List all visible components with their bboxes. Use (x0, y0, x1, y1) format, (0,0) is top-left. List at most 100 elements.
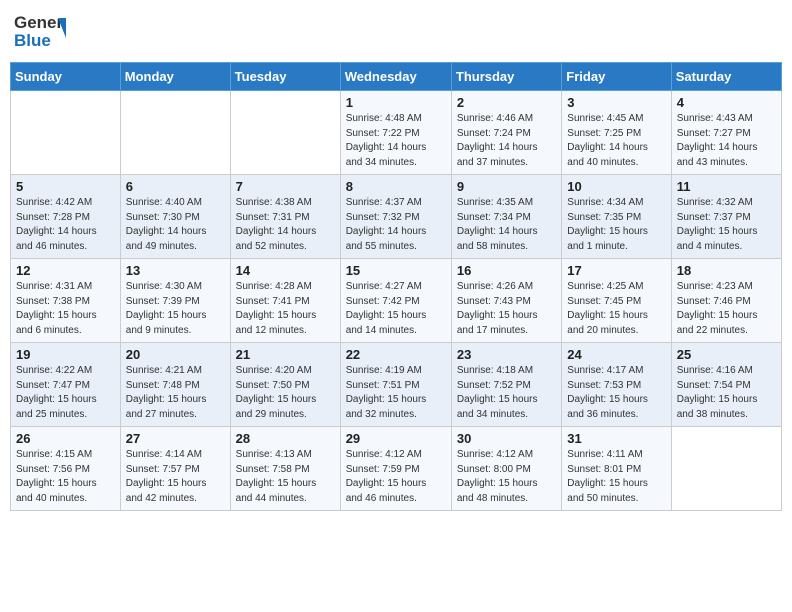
calendar-cell: 22 Sunrise: 4:19 AM Sunset: 7:51 PM Dayli… (340, 343, 451, 427)
day-info: Sunrise: 4:46 AM Sunset: 7:24 PM Dayligh… (457, 112, 556, 170)
day-number: 26 (16, 431, 115, 446)
day-number: 12 (16, 263, 115, 278)
calendar-cell (120, 91, 230, 175)
svg-text:Blue: Blue (14, 31, 51, 50)
day-info: Sunrise: 4:21 AM Sunset: 7:48 PM Dayligh… (126, 364, 225, 422)
day-number: 17 (567, 263, 665, 278)
calendar-cell: 6 Sunrise: 4:40 AM Sunset: 7:30 PM Daylig… (120, 175, 230, 259)
day-info: Sunrise: 4:23 AM Sunset: 7:46 PM Dayligh… (677, 280, 776, 338)
calendar-cell: 30 Sunrise: 4:12 AM Sunset: 8:00 PM Dayli… (451, 427, 561, 511)
day-number: 22 (346, 347, 446, 362)
calendar-cell: 15 Sunrise: 4:27 AM Sunset: 7:42 PM Dayli… (340, 259, 451, 343)
calendar-cell: 14 Sunrise: 4:28 AM Sunset: 7:41 PM Dayli… (230, 259, 340, 343)
day-number: 27 (126, 431, 225, 446)
day-number: 24 (567, 347, 665, 362)
day-info: Sunrise: 4:12 AM Sunset: 8:00 PM Dayligh… (457, 448, 556, 506)
calendar-cell (11, 91, 121, 175)
calendar-cell: 25 Sunrise: 4:16 AM Sunset: 7:54 PM Dayli… (671, 343, 781, 427)
day-number: 25 (677, 347, 776, 362)
day-number: 6 (126, 179, 225, 194)
calendar-cell: 20 Sunrise: 4:21 AM Sunset: 7:48 PM Dayli… (120, 343, 230, 427)
day-number: 10 (567, 179, 665, 194)
day-info: Sunrise: 4:40 AM Sunset: 7:30 PM Dayligh… (126, 196, 225, 254)
day-number: 9 (457, 179, 556, 194)
calendar-week-row: 12 Sunrise: 4:31 AM Sunset: 7:38 PM Dayli… (11, 259, 782, 343)
col-header-wednesday: Wednesday (340, 63, 451, 91)
col-header-tuesday: Tuesday (230, 63, 340, 91)
col-header-saturday: Saturday (671, 63, 781, 91)
col-header-thursday: Thursday (451, 63, 561, 91)
day-info: Sunrise: 4:16 AM Sunset: 7:54 PM Dayligh… (677, 364, 776, 422)
day-number: 29 (346, 431, 446, 446)
day-number: 2 (457, 95, 556, 110)
calendar-week-row: 5 Sunrise: 4:42 AM Sunset: 7:28 PM Daylig… (11, 175, 782, 259)
day-info: Sunrise: 4:11 AM Sunset: 8:01 PM Dayligh… (567, 448, 665, 506)
day-info: Sunrise: 4:17 AM Sunset: 7:53 PM Dayligh… (567, 364, 665, 422)
day-number: 5 (16, 179, 115, 194)
calendar-cell: 4Sunrise: 4:43 AM Sunset: 7:27 PM Daylig… (671, 91, 781, 175)
day-number: 31 (567, 431, 665, 446)
day-info: Sunrise: 4:48 AM Sunset: 7:22 PM Dayligh… (346, 112, 446, 170)
col-header-sunday: Sunday (11, 63, 121, 91)
calendar-cell: 3 Sunrise: 4:45 AM Sunset: 7:25 PM Daylig… (562, 91, 671, 175)
day-number: 16 (457, 263, 556, 278)
day-number: 18 (677, 263, 776, 278)
calendar-cell (230, 91, 340, 175)
calendar-cell: 11 Sunrise: 4:32 AM Sunset: 7:37 PM Dayli… (671, 175, 781, 259)
page-header: General Blue (10, 10, 782, 54)
day-number: 13 (126, 263, 225, 278)
col-header-friday: Friday (562, 63, 671, 91)
day-info: Sunrise: 4:20 AM Sunset: 7:50 PM Dayligh… (236, 364, 335, 422)
day-number: 21 (236, 347, 335, 362)
calendar-cell: 31 Sunrise: 4:11 AM Sunset: 8:01 PM Dayli… (562, 427, 671, 511)
calendar-cell: 13 Sunrise: 4:30 AM Sunset: 7:39 PM Dayli… (120, 259, 230, 343)
calendar-cell: 28 Sunrise: 4:13 AM Sunset: 7:58 PM Dayli… (230, 427, 340, 511)
day-number: 20 (126, 347, 225, 362)
day-info: Sunrise: 4:27 AM Sunset: 7:42 PM Dayligh… (346, 280, 446, 338)
calendar-cell: 26 Sunrise: 4:15 AM Sunset: 7:56 PM Dayli… (11, 427, 121, 511)
day-info: Sunrise: 4:31 AM Sunset: 7:38 PM Dayligh… (16, 280, 115, 338)
day-info: Sunrise: 4:45 AM Sunset: 7:25 PM Dayligh… (567, 112, 665, 170)
day-info: Sunrise: 4:38 AM Sunset: 7:31 PM Dayligh… (236, 196, 335, 254)
calendar-cell: 10 Sunrise: 4:34 AM Sunset: 7:35 PM Dayli… (562, 175, 671, 259)
day-number: 4 (677, 95, 776, 110)
day-number: 7 (236, 179, 335, 194)
day-info: Sunrise: 4:32 AM Sunset: 7:37 PM Dayligh… (677, 196, 776, 254)
day-info: Sunrise: 4:28 AM Sunset: 7:41 PM Dayligh… (236, 280, 335, 338)
calendar-cell: 7 Sunrise: 4:38 AM Sunset: 7:31 PM Daylig… (230, 175, 340, 259)
calendar-header-row: SundayMondayTuesdayWednesdayThursdayFrid… (11, 63, 782, 91)
day-info: Sunrise: 4:42 AM Sunset: 7:28 PM Dayligh… (16, 196, 115, 254)
calendar-cell: 24 Sunrise: 4:17 AM Sunset: 7:53 PM Dayli… (562, 343, 671, 427)
calendar-cell: 29Sunrise: 4:12 AM Sunset: 7:59 PM Dayli… (340, 427, 451, 511)
calendar-cell: 5 Sunrise: 4:42 AM Sunset: 7:28 PM Daylig… (11, 175, 121, 259)
day-number: 3 (567, 95, 665, 110)
day-info: Sunrise: 4:15 AM Sunset: 7:56 PM Dayligh… (16, 448, 115, 506)
calendar-week-row: 26 Sunrise: 4:15 AM Sunset: 7:56 PM Dayli… (11, 427, 782, 511)
day-number: 19 (16, 347, 115, 362)
day-number: 14 (236, 263, 335, 278)
day-number: 23 (457, 347, 556, 362)
day-info: Sunrise: 4:18 AM Sunset: 7:52 PM Dayligh… (457, 364, 556, 422)
day-number: 30 (457, 431, 556, 446)
day-number: 28 (236, 431, 335, 446)
day-info: Sunrise: 4:25 AM Sunset: 7:45 PM Dayligh… (567, 280, 665, 338)
calendar-cell: 19Sunrise: 4:22 AM Sunset: 7:47 PM Dayli… (11, 343, 121, 427)
calendar-cell: 23 Sunrise: 4:18 AM Sunset: 7:52 PM Dayli… (451, 343, 561, 427)
col-header-monday: Monday (120, 63, 230, 91)
day-info: Sunrise: 4:30 AM Sunset: 7:39 PM Dayligh… (126, 280, 225, 338)
calendar-cell: 16 Sunrise: 4:26 AM Sunset: 7:43 PM Dayli… (451, 259, 561, 343)
day-info: Sunrise: 4:35 AM Sunset: 7:34 PM Dayligh… (457, 196, 556, 254)
day-info: Sunrise: 4:19 AM Sunset: 7:51 PM Dayligh… (346, 364, 446, 422)
svg-text:General: General (14, 13, 66, 32)
day-info: Sunrise: 4:26 AM Sunset: 7:43 PM Dayligh… (457, 280, 556, 338)
day-info: Sunrise: 4:14 AM Sunset: 7:57 PM Dayligh… (126, 448, 225, 506)
calendar-week-row: 1 Sunrise: 4:48 AM Sunset: 7:22 PM Daylig… (11, 91, 782, 175)
calendar-cell: 12 Sunrise: 4:31 AM Sunset: 7:38 PM Dayli… (11, 259, 121, 343)
day-number: 8 (346, 179, 446, 194)
day-number: 15 (346, 263, 446, 278)
day-info: Sunrise: 4:34 AM Sunset: 7:35 PM Dayligh… (567, 196, 665, 254)
day-info: Sunrise: 4:13 AM Sunset: 7:58 PM Dayligh… (236, 448, 335, 506)
day-number: 11 (677, 179, 776, 194)
day-number: 1 (346, 95, 446, 110)
calendar-cell: 1 Sunrise: 4:48 AM Sunset: 7:22 PM Daylig… (340, 91, 451, 175)
